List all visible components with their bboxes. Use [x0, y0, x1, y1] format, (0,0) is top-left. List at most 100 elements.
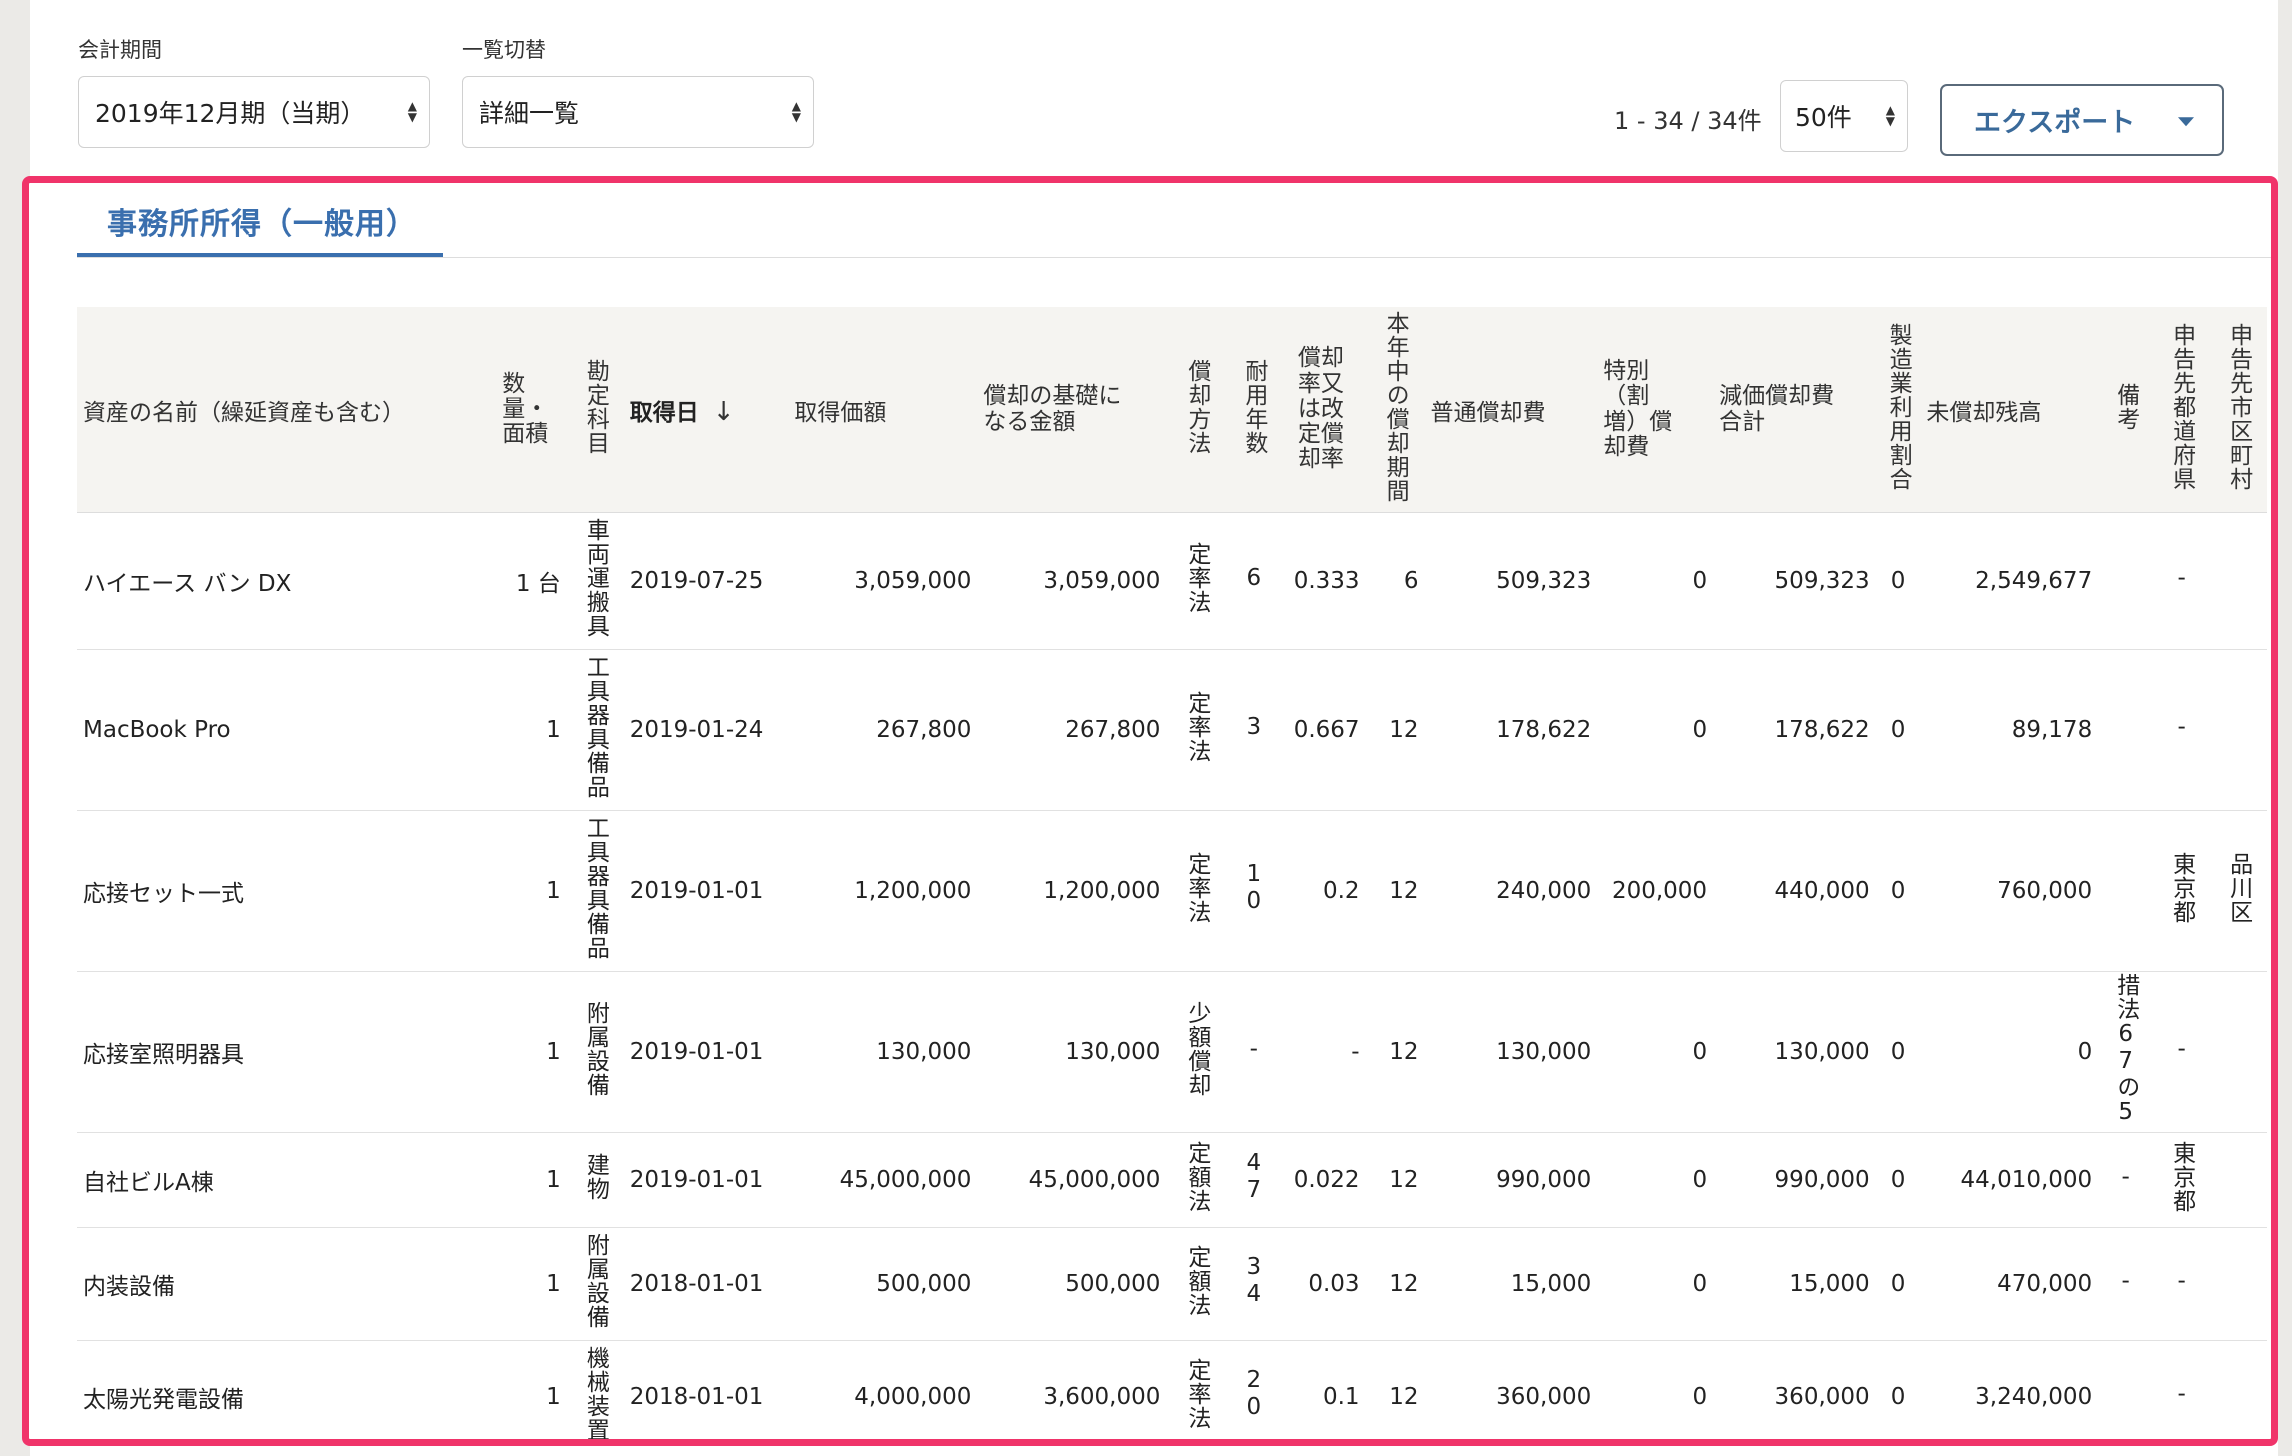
cell-date: 2019-01-01: [623, 971, 789, 1133]
cell-total: 15,000: [1713, 1227, 1876, 1341]
col-header-date-sort[interactable]: 取得日 ↓: [623, 307, 789, 513]
cell-remaining: 2,549,677: [1920, 512, 2099, 650]
table-row[interactable]: 応接室照明器具 1 附属設備 2019-01-01 130,000 130,000 少額償却…: [77, 971, 2267, 1133]
cell-life: -: [1227, 971, 1281, 1133]
cell-pref: -: [2153, 512, 2210, 650]
cell-mfg: 0: [1875, 971, 1921, 1133]
cell-pref: -: [2153, 1340, 2210, 1439]
col-header-total: 減価償却費合計: [1713, 307, 1876, 513]
table-row[interactable]: ハイエース バン DX 1 台車両運搬具 2019-07-25 3,059,000 3,…: [77, 512, 2267, 650]
view-select[interactable]: 詳細一覧 ▲ ▼: [462, 76, 814, 148]
col-header-rate: 償却率又は改定償却率: [1280, 307, 1366, 513]
cell-qty: 1 台: [491, 512, 567, 650]
cell-date: 2018-01-01: [623, 1340, 789, 1439]
cell-pref: -: [2153, 971, 2210, 1133]
col-header-city: 申告先市区町村: [2209, 307, 2267, 513]
cell-method: 少額償却: [1166, 971, 1228, 1133]
cell-qty: 1: [491, 649, 567, 811]
table-row[interactable]: 自社ビルA棟 1 建物 2019-01-01 45,000,000 45,000,000 定…: [77, 1132, 2267, 1228]
col-header-account: 勘定科目: [566, 307, 624, 513]
cell-normal: 990,000: [1424, 1132, 1598, 1228]
cell-name: 応接セット一式: [77, 810, 492, 972]
cell-cost: 45,000,000: [788, 1132, 978, 1228]
cell-normal: 509,323: [1424, 512, 1598, 650]
cell-qty: 1: [491, 810, 567, 972]
cell-special: 0: [1597, 649, 1714, 811]
cell-basis: 500,000: [977, 1227, 1167, 1341]
cell-life: 34: [1227, 1227, 1281, 1341]
cell-rate: -: [1280, 971, 1366, 1133]
cell-name: MacBook Pro: [77, 649, 492, 811]
cell-note: [2098, 649, 2154, 811]
cell-rate: 0.2: [1280, 810, 1366, 972]
col-header-normal: 普通償却費: [1424, 307, 1598, 513]
cell-cost: 500,000: [788, 1227, 978, 1341]
col-header-remaining: 未償却残高: [1920, 307, 2099, 513]
view-select-value: 詳細一覧: [479, 99, 580, 128]
period-select[interactable]: 2019年12月期（当期） ▲ ▼: [78, 76, 430, 148]
cell-city: [2209, 1227, 2267, 1341]
cell-normal: 15,000: [1424, 1227, 1598, 1341]
cell-months: 12: [1365, 649, 1425, 811]
cell-note: 措法67の5: [2098, 971, 2154, 1133]
export-button[interactable]: エクスポート: [1940, 84, 2224, 156]
cell-qty: 1: [491, 1227, 567, 1341]
cell-special: 0: [1597, 512, 1714, 650]
table-row[interactable]: 太陽光発電設備 1 機械装置 2018-01-01 4,000,000 3,600,000…: [77, 1340, 2267, 1439]
cell-months: 12: [1365, 1227, 1425, 1341]
cell-note: [2098, 810, 2154, 972]
cell-normal: 240,000: [1424, 810, 1598, 972]
cell-qty: 1: [491, 971, 567, 1133]
cell-city: [2209, 649, 2267, 811]
cell-name: 自社ビルA棟: [77, 1132, 492, 1228]
cell-cost: 1,200,000: [788, 810, 978, 972]
cell-remaining: 44,010,000: [1920, 1132, 2099, 1228]
select-arrows-icon: ▲ ▼: [407, 99, 417, 124]
cell-method: 定率法: [1166, 1340, 1228, 1439]
cell-qty: 1: [491, 1132, 567, 1228]
col-header-months: 本年中の償却期間: [1365, 307, 1425, 513]
cell-method: 定額法: [1166, 1132, 1228, 1228]
col-header-mfg: 製造業利用割合: [1875, 307, 1921, 513]
cell-basis: 267,800: [977, 649, 1167, 811]
cell-name: ハイエース バン DX: [77, 512, 492, 650]
cell-pref: -: [2153, 1227, 2210, 1341]
cell-account: 附属設備: [566, 1227, 624, 1341]
cell-rate: 0.022: [1280, 1132, 1366, 1228]
cell-life: 10: [1227, 810, 1281, 972]
table-row[interactable]: 応接セット一式 1 工具器具備品 2019-01-01 1,200,000 1,200,0…: [77, 810, 2267, 972]
view-label: 一覧切替: [462, 38, 546, 62]
cell-account: 工具器具備品: [566, 649, 624, 811]
cell-life: 3: [1227, 649, 1281, 811]
cell-account: 機械装置: [566, 1340, 624, 1439]
section-tab[interactable]: 事務所所得（一般用）: [107, 199, 417, 243]
cell-cost: 4,000,000: [788, 1340, 978, 1439]
per-page-select[interactable]: 50件 ▲ ▼: [1780, 80, 1908, 152]
cell-special: 0: [1597, 1340, 1714, 1439]
table-row[interactable]: 内装設備 1 附属設備 2018-01-01 500,000 500,000 定額法 34 0.…: [77, 1227, 2267, 1341]
cell-basis: 130,000: [977, 971, 1167, 1133]
cell-mfg: 0: [1875, 649, 1921, 811]
cell-date: 2019-07-25: [623, 512, 789, 650]
cell-basis: 3,059,000: [977, 512, 1167, 650]
select-arrows-icon: ▲ ▼: [1885, 103, 1895, 128]
tab-divider: [77, 257, 2271, 258]
table-row[interactable]: MacBook Pro 1 工具器具備品 2019-01-24 267,800 267,8…: [77, 649, 2267, 811]
col-header-special: 特別（割増）償却費: [1597, 307, 1714, 513]
cell-city: [2209, 1340, 2267, 1439]
cell-life: 20: [1227, 1340, 1281, 1439]
cell-special: 0: [1597, 1132, 1714, 1228]
export-button-label: エクスポート: [1974, 107, 2136, 139]
cell-basis: 3,600,000: [977, 1340, 1167, 1439]
chevron-down-icon: [2178, 117, 2194, 127]
cell-rate: 0.03: [1280, 1227, 1366, 1341]
cell-total: 130,000: [1713, 971, 1876, 1133]
table-header-row: 資産の名前（繰延資産も含む） 数量・面積 勘定科目 取得日 ↓ 取得価額 償却の基…: [77, 307, 2267, 513]
cell-rate: 0.667: [1280, 649, 1366, 811]
col-header-qty: 数量・面積: [491, 307, 567, 513]
cell-normal: 130,000: [1424, 971, 1598, 1133]
cell-mfg: 0: [1875, 512, 1921, 650]
arrow-down-icon: ↓: [712, 396, 735, 427]
cell-account: 工具器具備品: [566, 810, 624, 972]
cell-total: 990,000: [1713, 1132, 1876, 1228]
